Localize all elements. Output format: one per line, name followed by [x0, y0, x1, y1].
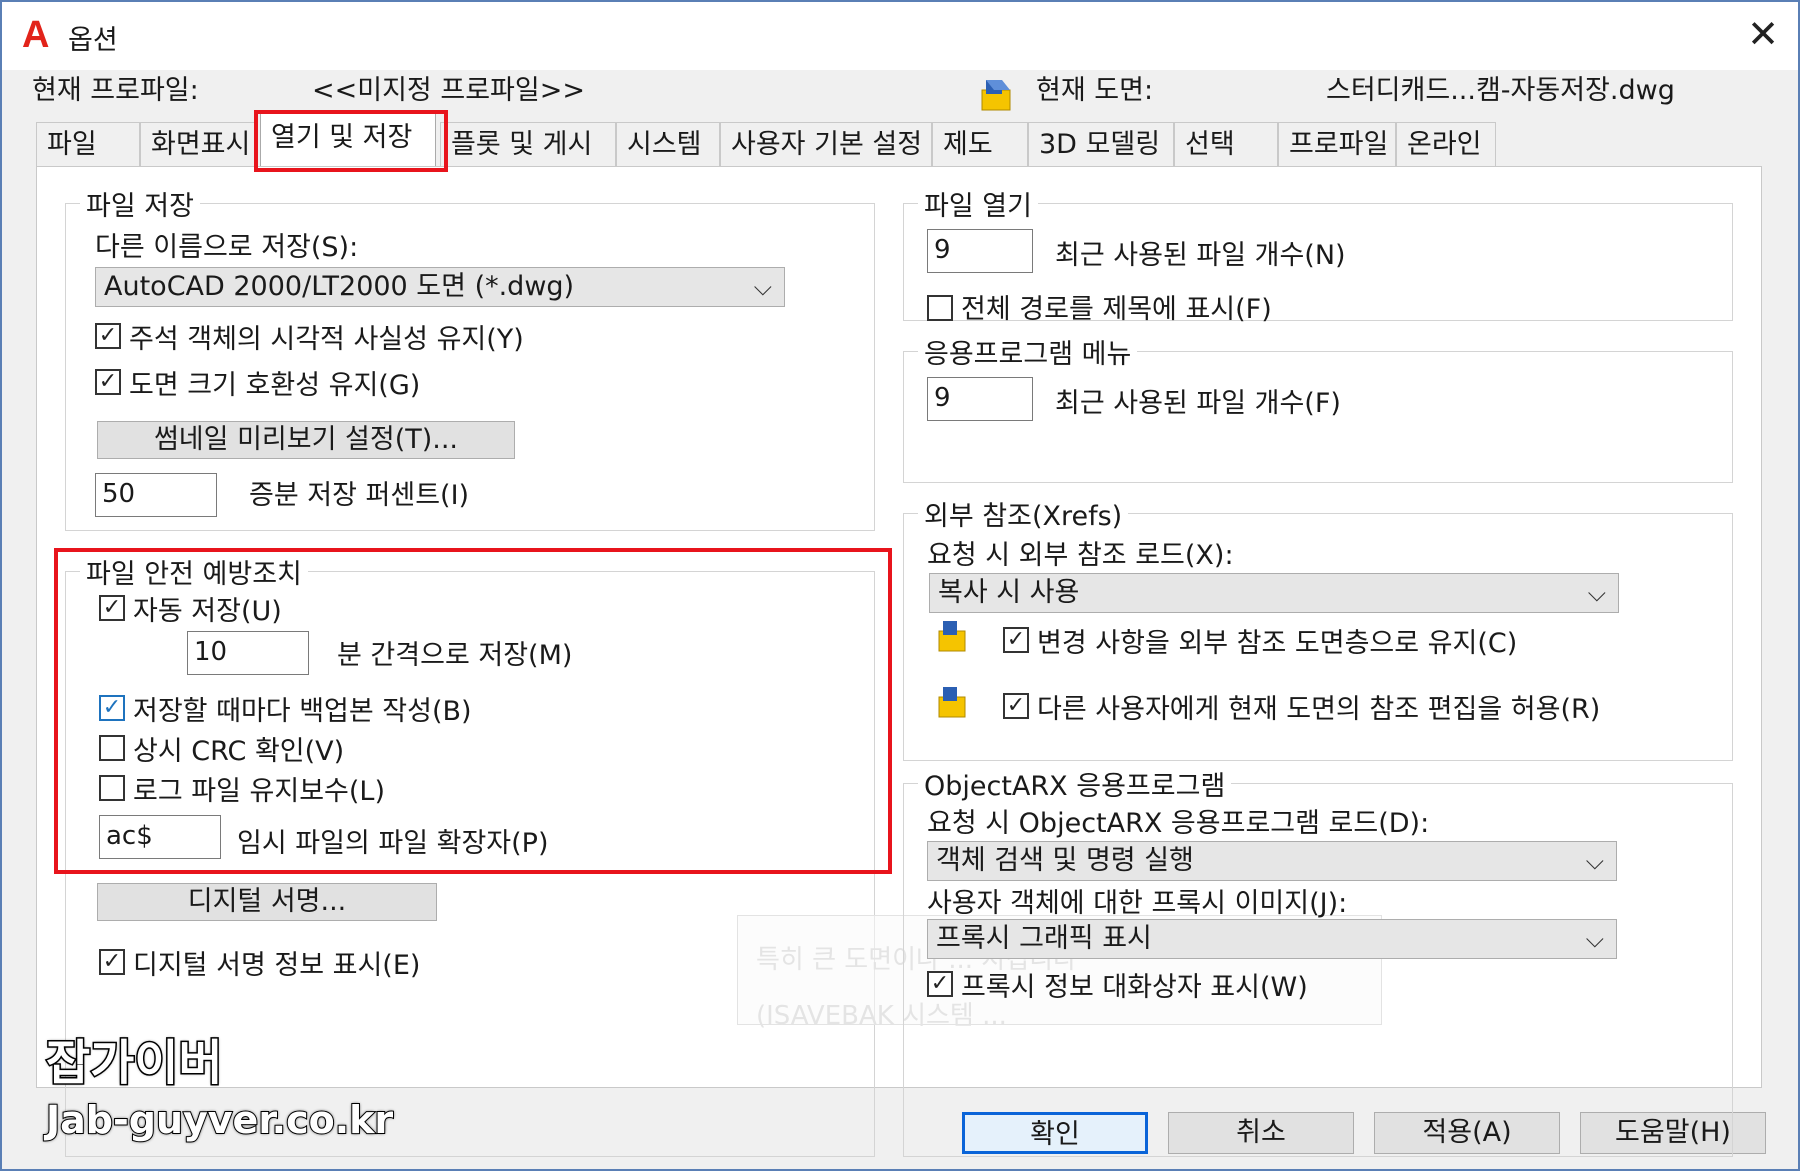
drawing-icon — [981, 80, 1011, 111]
file-save-title: 파일 저장 — [80, 184, 200, 223]
arx-load-value: 객체 검색 및 명령 실행 — [936, 845, 1194, 876]
drawing-icon — [938, 621, 966, 652]
allow-edit-checkbox[interactable]: ✓ — [1003, 693, 1029, 719]
arx-load-label: 요청 시 ObjectARX 응용프로그램 로드(D): — [927, 808, 1430, 839]
current-drawing-label: 현재 도면: — [1036, 75, 1154, 106]
save-as-label: 다른 이름으로 저장(S): — [95, 232, 359, 263]
save-as-value: AutoCAD 2000/LT2000 도면 (*.dwg) — [104, 271, 575, 302]
tab-plot-and-publish[interactable]: 플롯 및 게시 — [440, 122, 616, 166]
current-profile-value: <<미지정 프로파일>> — [312, 75, 585, 106]
retain-changes-checkbox[interactable]: ✓ — [1003, 627, 1029, 653]
tab-display[interactable]: 화면표시 — [140, 122, 258, 166]
tab-user-preferences[interactable]: 사용자 기본 설정 — [720, 122, 932, 166]
thumbnail-settings-button[interactable]: 썸네일 미리보기 설정(T)... — [97, 421, 515, 459]
annot-visual-checkbox[interactable]: ✓ — [95, 323, 121, 349]
xref-load-label: 요청 시 외부 참조 로드(X): — [927, 540, 1234, 571]
drawing-icon — [938, 687, 966, 718]
tab-system[interactable]: 시스템 — [616, 122, 720, 166]
incremental-save-input[interactable]: 50 — [95, 473, 217, 517]
tab-highlight-box — [254, 110, 448, 172]
options-dialog: A 옵션 ✕ 현재 프로파일: <<미지정 프로파일>> 현재 도면: 스터디캐… — [0, 0, 1800, 1171]
close-button[interactable]: ✕ — [1742, 14, 1784, 56]
arx-load-dropdown[interactable]: 객체 검색 및 명령 실행 ⌵ — [927, 841, 1617, 881]
proxy-image-value: 프록시 그래픽 표시 — [936, 923, 1152, 954]
chevron-down-icon: ⌵ — [753, 273, 772, 301]
drawing-size-label: 도면 크기 호환성 유지(G) — [129, 370, 421, 401]
app-menu-title: 응용프로그램 메뉴 — [918, 332, 1138, 371]
watermark-name: 잡가이버 — [45, 1035, 225, 1091]
full-path-checkbox[interactable] — [927, 295, 953, 321]
proxy-dialog-checkbox[interactable]: ✓ — [927, 971, 953, 997]
digital-sig-info-label: 디지털 서명 정보 표시(E) — [133, 950, 421, 981]
tab-file[interactable]: 파일 — [36, 122, 140, 166]
xref-load-value: 복사 시 사용 — [938, 577, 1080, 608]
watermark-url: Jab-guyver.co.kr — [45, 1097, 394, 1143]
file-open-title: 파일 열기 — [918, 184, 1038, 223]
file-safety-highlight-box — [54, 548, 892, 874]
chevron-down-icon: ⌵ — [1587, 579, 1606, 607]
xref-load-dropdown[interactable]: 복사 시 사용 ⌵ — [929, 573, 1619, 613]
digital-sig-info-checkbox[interactable]: ✓ — [99, 949, 125, 975]
proxy-image-dropdown[interactable]: 프록시 그래픽 표시 ⌵ — [927, 919, 1617, 959]
current-profile-label: 현재 프로파일: — [32, 75, 199, 106]
app-menu-recent-label: 최근 사용된 파일 개수(F) — [1055, 388, 1341, 419]
proxy-dialog-label: 프록시 정보 대화상자 표시(W) — [961, 972, 1308, 1003]
proxy-image-label: 사용자 객체에 대한 프록시 이미지(J): — [927, 888, 1348, 919]
drawing-size-checkbox[interactable]: ✓ — [95, 369, 121, 395]
current-drawing-value: 스터디캐드...캠-자동저장.dwg — [1326, 75, 1675, 106]
tab-3d-modeling[interactable]: 3D 모델링 — [1028, 122, 1174, 166]
window-title: 옵션 — [68, 25, 118, 56]
tab-online[interactable]: 온라인 — [1396, 122, 1496, 166]
save-as-dropdown[interactable]: AutoCAD 2000/LT2000 도면 (*.dwg) ⌵ — [95, 267, 785, 307]
retain-changes-label: 변경 사항을 외부 참조 도면층으로 유지(C) — [1037, 628, 1518, 659]
recent-files-label: 최근 사용된 파일 개수(N) — [1055, 240, 1346, 271]
title-bar: A 옵션 ✕ — [2, 2, 1798, 70]
chevron-down-icon: ⌵ — [1585, 847, 1604, 875]
tab-profiles[interactable]: 프로파일 — [1278, 122, 1396, 166]
chevron-down-icon: ⌵ — [1585, 925, 1604, 953]
full-path-label: 전체 경로를 제목에 표시(F) — [961, 294, 1272, 325]
tab-selection[interactable]: 선택 — [1174, 122, 1278, 166]
allow-edit-label: 다른 사용자에게 현재 도면의 참조 편집을 허용(R) — [1037, 694, 1601, 725]
tab-drafting[interactable]: 제도 — [932, 122, 1028, 166]
recent-files-input[interactable]: 9 — [927, 229, 1033, 273]
autocad-logo-icon: A — [22, 14, 50, 56]
incremental-save-label: 증분 저장 퍼센트(I) — [249, 480, 470, 511]
xrefs-title: 외부 참조(Xrefs) — [918, 494, 1129, 533]
objectarx-title: ObjectARX 응용프로그램 — [918, 764, 1232, 803]
annot-visual-label: 주석 객체의 시각적 사실성 유지(Y) — [129, 324, 524, 355]
app-menu-recent-input[interactable]: 9 — [927, 377, 1033, 421]
digital-signature-button[interactable]: 디지털 서명... — [97, 883, 437, 921]
